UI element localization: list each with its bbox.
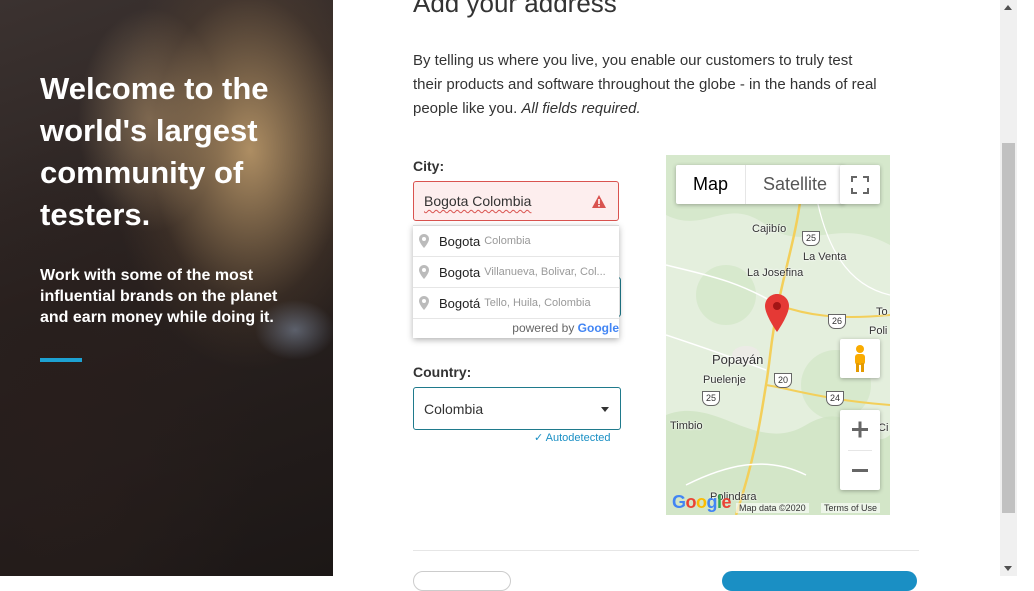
location-pin-icon [419, 296, 429, 310]
map-place-label: Popayán [712, 352, 764, 367]
check-icon: ✓ [534, 432, 546, 444]
map-place-label: La Josefina [747, 267, 804, 279]
route-shield: 25 [702, 391, 720, 406]
route-shield: 26 [828, 314, 846, 329]
autodetected-note: ✓ Autodetected [534, 431, 611, 444]
suggestion-secondary: Tello, Huila, Colombia [484, 297, 591, 309]
suggestion-secondary: Colombia [484, 235, 531, 247]
map-type-map[interactable]: Map [676, 165, 745, 204]
map-place-label: Timbio [670, 420, 703, 432]
suggestion-main: Bogotá [439, 295, 481, 311]
map-data-credit: Map data ©2020 [736, 503, 809, 513]
chevron-down-icon [601, 407, 609, 412]
location-pin-icon [419, 265, 429, 279]
country-value: Colombia [424, 400, 484, 417]
scroll-thumb[interactable] [1002, 143, 1015, 513]
country-select[interactable]: Colombia [413, 387, 621, 430]
route-shield: 25 [802, 231, 820, 246]
hero-subtitle: Work with some of the most influential b… [40, 267, 278, 326]
suggestion-secondary: Villanueva, Bolivar, Col... [484, 266, 606, 278]
scroll-down-arrow-icon[interactable] [1004, 566, 1012, 571]
route-shield: 20 [774, 373, 792, 388]
map-place-label: La Venta [803, 251, 847, 263]
suggestion-main: Bogota [439, 264, 481, 280]
city-input[interactable]: Bogota Colombia [413, 181, 619, 221]
hero-panel: Welcome to the world's largest community… [0, 0, 333, 576]
intro-emphasis: All fields required. [521, 100, 641, 117]
suggestion-main: Bogota [439, 233, 481, 249]
map[interactable]: Map Satellite Cajibío La Venta La Josefi… [666, 155, 890, 515]
zoom-out-button[interactable] [840, 450, 880, 490]
powered-by-google: powered by Google [512, 321, 619, 335]
map-place-label: Puelenje [703, 374, 746, 386]
map-type-satellite[interactable]: Satellite [745, 165, 844, 204]
map-place-label: To [876, 306, 888, 318]
hero-title: Welcome to the world's largest community… [40, 71, 269, 232]
map-marker-icon[interactable] [765, 294, 789, 332]
map-type-control: Map Satellite [676, 165, 845, 204]
street-view-button[interactable] [840, 339, 880, 378]
intro-text: By telling us where you live, you enable… [413, 49, 883, 121]
city-suggestions: Bogota Colombia Bogota Villanueva, Boliv… [413, 225, 619, 338]
zoom-in-button[interactable] [840, 410, 880, 450]
accent-bar [40, 358, 82, 362]
country-label: Country: [413, 364, 472, 380]
next-button[interactable] [722, 571, 917, 591]
route-shield: 24 [826, 391, 844, 406]
map-place-label: Cajibío [752, 223, 787, 235]
google-wordmark: Google [577, 321, 619, 335]
divider [413, 550, 919, 551]
suggestion-item[interactable]: Bogota Colombia [413, 226, 619, 257]
suggestion-item[interactable]: Bogota Villanueva, Bolivar, Col... [413, 257, 619, 288]
page-title: Add your address [413, 0, 617, 18]
autodetected-label: Autodetected [545, 432, 611, 444]
pegman-icon [855, 345, 865, 372]
powered-by-prefix: powered by [512, 321, 578, 335]
page-scrollbar[interactable] [1000, 0, 1017, 576]
back-button[interactable] [413, 571, 511, 591]
city-input-value: Bogota Colombia [424, 193, 532, 209]
map-terms-link[interactable]: Terms of Use [821, 503, 881, 513]
warning-icon [592, 195, 606, 208]
suggestion-item[interactable]: Bogotá Tello, Huila, Colombia [413, 288, 619, 319]
intro-body: By telling us where you live, you enable… [413, 52, 877, 117]
fullscreen-icon [851, 176, 869, 194]
location-pin-icon [419, 234, 429, 248]
scroll-up-arrow-icon[interactable] [1004, 5, 1012, 10]
city-label: City: [413, 158, 445, 174]
fullscreen-button[interactable] [840, 165, 880, 204]
google-logo: Google [672, 492, 732, 512]
map-place-label: Poli [869, 325, 888, 337]
